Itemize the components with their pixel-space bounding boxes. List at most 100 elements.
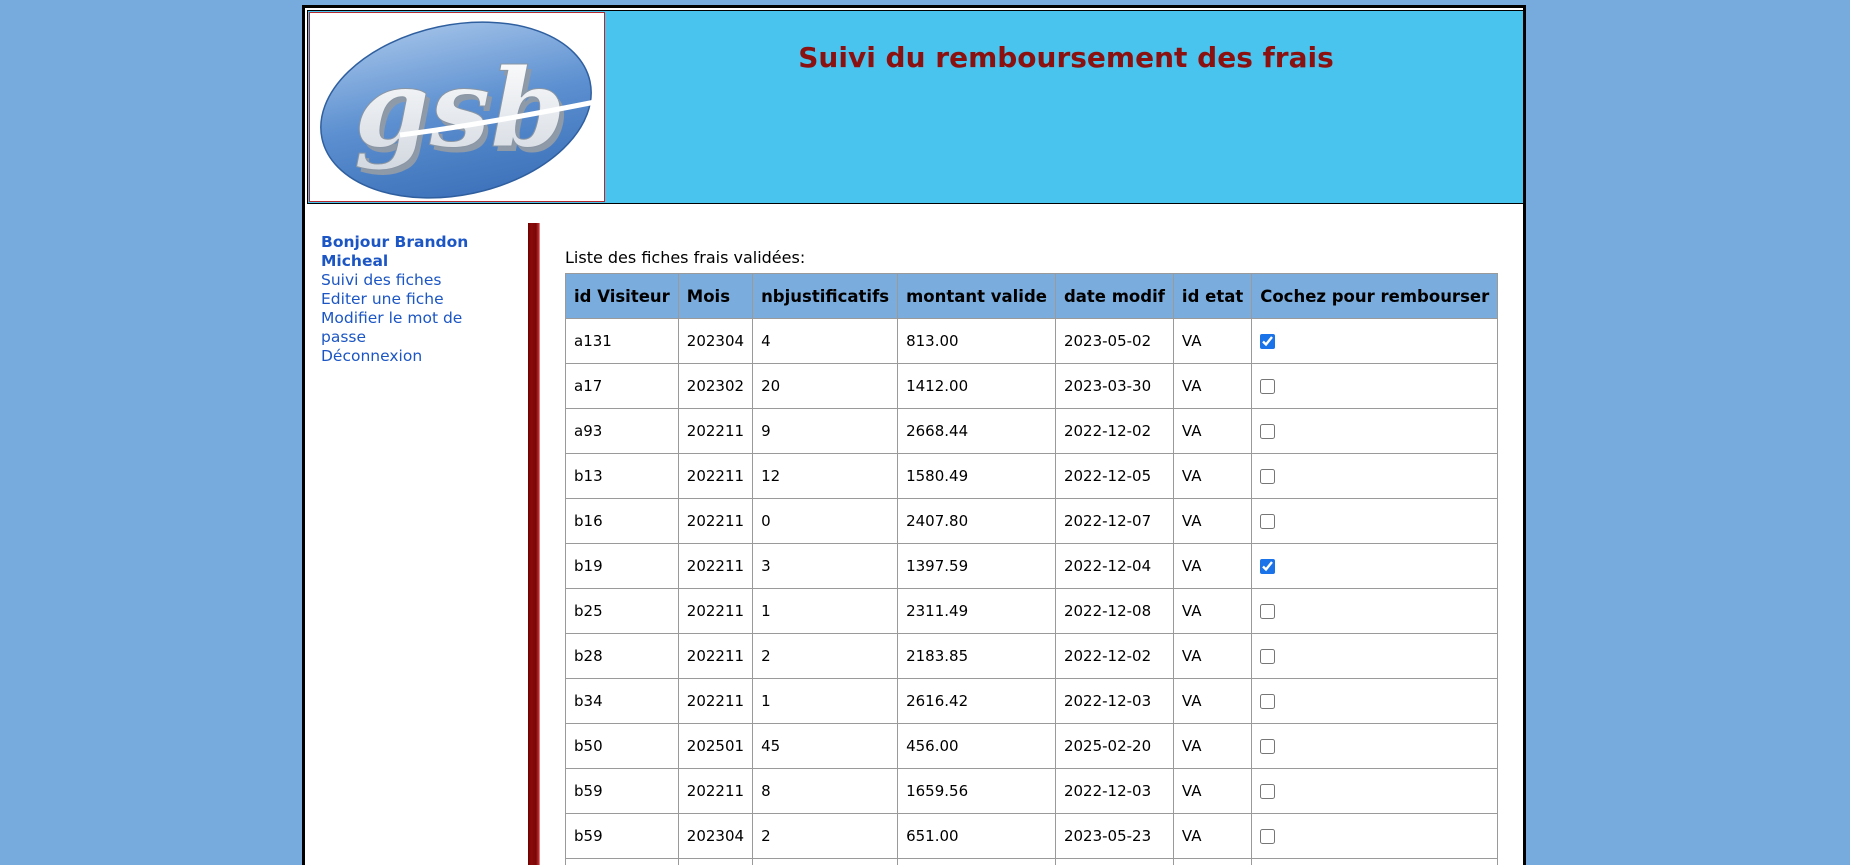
rembourser-checkbox[interactable] [1260,379,1275,394]
column-header-montant-valide: montant valide [898,274,1056,319]
cell-rembourser [1252,769,1498,814]
cell-montant-valide: 1412.00 [898,364,1056,409]
cell-date-modif: 2025-02-20 [1055,724,1173,769]
cell-id-etat: VA [1173,544,1251,589]
cell-nbjustificatifs: 4 [753,319,898,364]
cell-rembourser [1252,589,1498,634]
rembourser-checkbox[interactable] [1260,514,1275,529]
cell-nbjustificatifs: 2 [753,814,898,859]
app-title: Suivi du remboursement des frais [606,41,1526,74]
cell-id-etat: VA [1173,589,1251,634]
cell-rembourser [1252,544,1498,589]
table-row: b1920221131397.592022-12-04VA [566,544,1498,589]
cell-mois: 202211 [678,409,752,454]
cell-date-modif: 2022-12-04 [1055,544,1173,589]
cell-nbjustificatifs: 20 [753,364,898,409]
cell-rembourser [1252,499,1498,544]
menu-item-editer-fiche[interactable]: Editer une fiche [321,290,476,309]
cell-nbjustificatifs: 0 [753,499,898,544]
gsb-logo: gsb gsb [309,12,605,202]
rembourser-checkbox[interactable] [1260,739,1275,754]
rembourser-checkbox[interactable] [1260,559,1275,574]
cell-id-etat: VA [1173,409,1251,454]
cell-id-etat: VA [1173,319,1251,364]
cell-mois: 202501 [678,724,752,769]
cell-id-visiteur: b59 [566,769,679,814]
cell-date-modif: 2022-12-04 [1055,859,1173,865]
cell-rembourser [1252,319,1498,364]
rembourser-checkbox[interactable] [1260,829,1275,844]
table-row: b5920221181659.562022-12-03VA [566,769,1498,814]
column-header-mois: Mois [678,274,752,319]
cell-date-modif: 2023-05-23 [1055,814,1173,859]
cell-id-visiteur: a131 [566,319,679,364]
cell-montant-valide: 651.00 [898,814,1056,859]
menu-item-deconnexion[interactable]: Déconnexion [321,347,476,366]
rembourser-checkbox[interactable] [1260,694,1275,709]
cell-montant-valide: 813.00 [898,319,1056,364]
cell-mois: 202211 [678,634,752,679]
page-container: gsb gsb Suivi du remboursement des frais… [302,5,1526,865]
vertical-divider [528,223,540,865]
rembourser-checkbox[interactable] [1260,334,1275,349]
rembourser-checkbox[interactable] [1260,784,1275,799]
cell-montant-valide: 2668.44 [898,409,1056,454]
cell-rembourser [1252,634,1498,679]
table-body: a1312023044813.002023-05-02VAa1720230220… [566,319,1498,865]
cell-rembourser [1252,724,1498,769]
rembourser-checkbox[interactable] [1260,424,1275,439]
cell-date-modif: 2022-12-02 [1055,634,1173,679]
table-row: b2520221112311.492022-12-08VA [566,589,1498,634]
cell-nbjustificatifs: 45 [753,724,898,769]
table-row: a9320221192668.442022-12-02VA [566,409,1498,454]
column-header-rembourser: Cochez pour rembourser [1252,274,1498,319]
cell-nbjustificatifs: 8 [753,769,898,814]
rembourser-checkbox[interactable] [1260,649,1275,664]
cell-id-visiteur: b19 [566,544,679,589]
cell-rembourser [1252,679,1498,724]
cell-id-visiteur: b50 [566,724,679,769]
cell-montant-valide: 2616.42 [898,679,1056,724]
menu-item-suivi-fiches[interactable]: Suivi des fiches [321,271,476,290]
cell-rembourser [1252,814,1498,859]
list-caption: Liste des fiches frais validées: [565,248,1498,267]
cell-montant-valide: 2534.47 [898,859,1056,865]
table-header-row: id Visiteur Mois nbjustificatifs montant… [566,274,1498,319]
cell-id-visiteur: b34 [566,679,679,724]
cell-montant-valide: 2407.80 [898,499,1056,544]
table-row: b2820221122183.852022-12-02VA [566,634,1498,679]
cell-id-etat: VA [1173,814,1251,859]
cell-mois: 202211 [678,679,752,724]
logo-text-front: gsb [354,46,566,172]
cell-nbjustificatifs: 1 [753,679,898,724]
cell-nbjustificatifs: 2 [753,634,898,679]
column-header-date-modif: date modif [1055,274,1173,319]
page-header: gsb gsb Suivi du remboursement des frais [307,10,1526,204]
cell-nbjustificatifs: 1 [753,589,898,634]
cell-montant-valide: 2183.85 [898,634,1056,679]
cell-nbjustificatifs: 1 [753,859,898,865]
menu-item-modifier-mot-de-passe[interactable]: Modifier le mot de passe [321,309,476,347]
rembourser-checkbox[interactable] [1260,469,1275,484]
rembourser-checkbox[interactable] [1260,604,1275,619]
side-menu: Bonjour Brandon Micheal Suivi des fiches… [321,233,476,366]
cell-date-modif: 2022-12-07 [1055,499,1173,544]
cell-nbjustificatifs: 12 [753,454,898,499]
cell-id-etat: VA [1173,679,1251,724]
cell-mois: 202211 [678,544,752,589]
cell-id-visiteur: b59 [566,814,679,859]
cell-id-etat: VA [1173,634,1251,679]
cell-id-visiteur: b16 [566,499,679,544]
greeting-text: Bonjour Brandon Micheal [321,233,476,271]
cell-id-etat: VA [1173,499,1251,544]
cell-rembourser [1252,409,1498,454]
cell-mois: 202211 [678,589,752,634]
cell-date-modif: 2023-03-30 [1055,364,1173,409]
table-row: a17202302201412.002023-03-30VA [566,364,1498,409]
cell-id-etat: VA [1173,859,1251,865]
cell-montant-valide: 456.00 [898,724,1056,769]
cell-montant-valide: 2311.49 [898,589,1056,634]
cell-montant-valide: 1659.56 [898,769,1056,814]
column-header-nbjustificatifs: nbjustificatifs [753,274,898,319]
cell-date-modif: 2022-12-08 [1055,589,1173,634]
